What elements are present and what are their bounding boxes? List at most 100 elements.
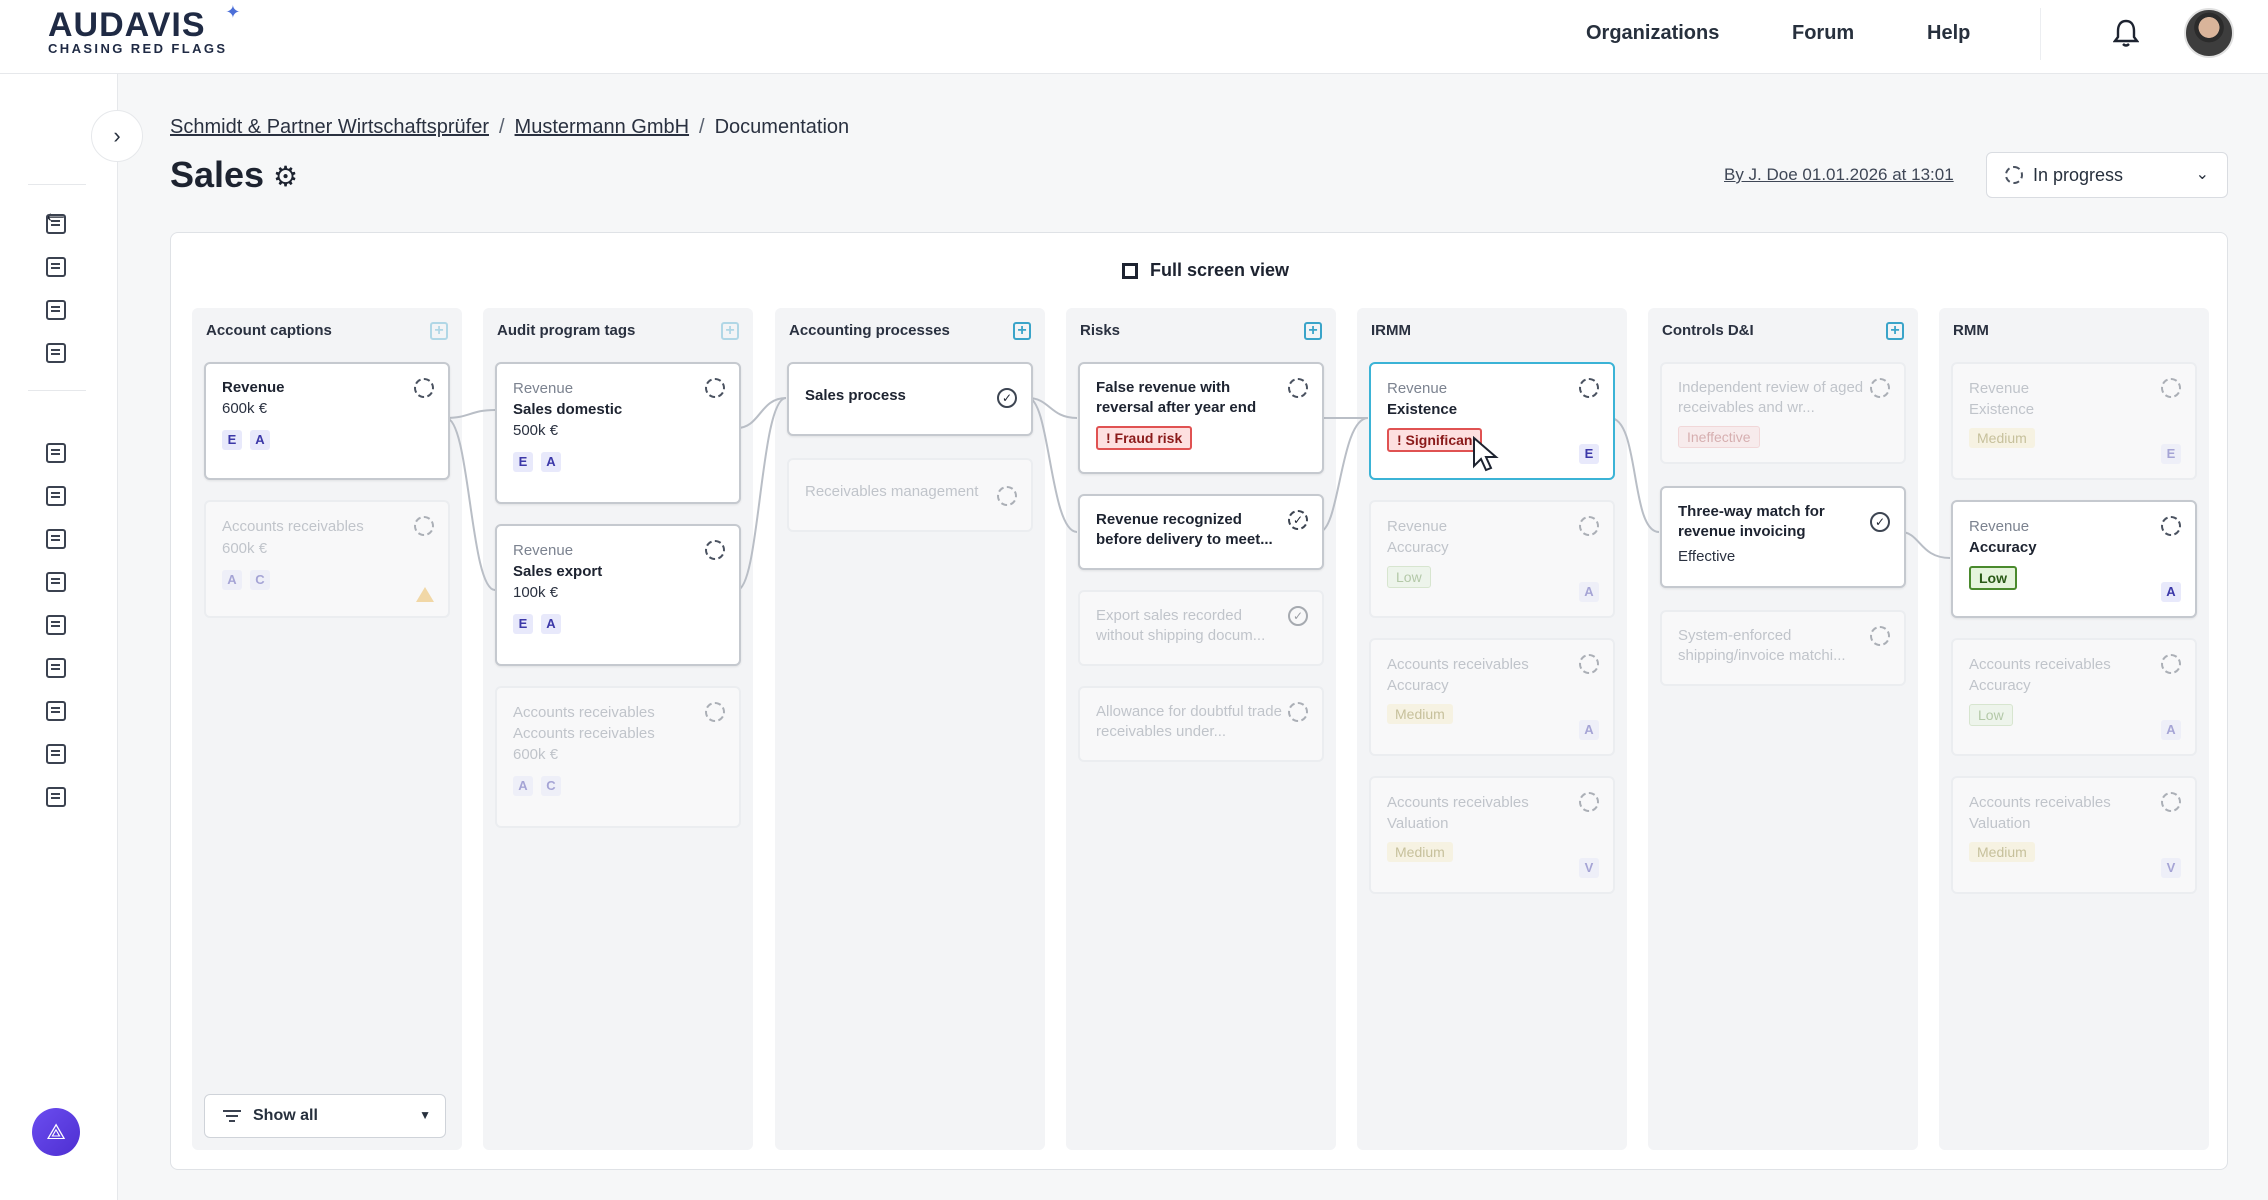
card-value: 100k € bbox=[513, 584, 559, 601]
sidebar-item-file-icon[interactable] bbox=[46, 572, 66, 592]
column-title: Account captions bbox=[206, 322, 332, 339]
card-irmm-ar-valuation[interactable]: Accounts receivables Valuation Medium V bbox=[1369, 776, 1615, 894]
medium-badge: Medium bbox=[1387, 704, 1453, 724]
assertion-tag: E bbox=[513, 614, 533, 634]
card-rmm-revenue-existence[interactable]: Revenue Existence Medium E bbox=[1951, 362, 2197, 480]
add-icon[interactable]: + bbox=[430, 322, 448, 340]
card-sales-export[interactable]: Revenue Sales export 100k € EA bbox=[495, 524, 741, 666]
status-dropdown[interactable]: In progress ⌄ bbox=[1986, 152, 2228, 198]
assertion-tag: E bbox=[222, 430, 242, 450]
chevron-right-icon[interactable]: › bbox=[91, 110, 143, 162]
card-title: Three-way match for revenue invoicing bbox=[1678, 503, 1825, 540]
in-progress-icon bbox=[1288, 378, 1308, 398]
card-rmm-ar-valuation[interactable]: Accounts receivables Valuation Medium V bbox=[1951, 776, 2197, 894]
card-rmm-ar-accuracy[interactable]: Accounts receivables Accuracy Low A bbox=[1951, 638, 2197, 756]
sidebar-item-folder-open-icon[interactable] bbox=[46, 744, 66, 764]
add-icon[interactable]: + bbox=[1013, 322, 1031, 340]
sidebar-item-list-add-icon[interactable] bbox=[46, 701, 66, 721]
add-icon[interactable]: + bbox=[1304, 322, 1322, 340]
page-title: Sales bbox=[170, 154, 265, 195]
in-progress-icon bbox=[1870, 626, 1890, 646]
sidebar-item-folder-icon[interactable] bbox=[46, 658, 66, 678]
card-irmm-ar-accuracy[interactable]: Accounts receivables Accuracy Medium A bbox=[1369, 638, 1615, 756]
card-risk-export-sales[interactable]: Export sales recorded without shipping d… bbox=[1078, 590, 1324, 666]
author-byline[interactable]: By J. Doe 01.01.2026 at 13:01 bbox=[1724, 165, 1954, 185]
sidebar-item-document-icon[interactable] bbox=[46, 486, 66, 506]
breadcrumb: Schmidt & Partner Wirtschaftsprüfer / Must… bbox=[170, 116, 850, 138]
show-all-filter[interactable]: Show all ▼ bbox=[204, 1094, 446, 1138]
card-receivables-management[interactable]: Receivables management bbox=[787, 458, 1033, 532]
card-risk-allowance[interactable]: Allowance for doubtful trade receivables… bbox=[1078, 686, 1324, 762]
card-caption: Accounts receivables bbox=[1969, 794, 2111, 811]
in-progress-icon bbox=[997, 486, 1017, 506]
sidebar-item-search-doc-icon[interactable] bbox=[46, 529, 66, 549]
card-title: Revenue recognized before delivery to me… bbox=[1096, 511, 1273, 548]
filter-label: Show all bbox=[253, 1107, 318, 1124]
card-control-independent-review[interactable]: Independent review of aged receivables a… bbox=[1660, 362, 1906, 464]
card-title: Sales export bbox=[513, 563, 603, 580]
assertion-tag: A bbox=[2161, 582, 2181, 602]
card-title: Accuracy bbox=[1387, 677, 1449, 694]
card-value: 600k € bbox=[222, 540, 268, 557]
ai-assistant-icon[interactable]: ⟁ bbox=[32, 1108, 80, 1156]
control-effectiveness: Effective bbox=[1678, 548, 1736, 565]
card-sales-domestic[interactable]: Revenue Sales domestic 500k € EA bbox=[495, 362, 741, 504]
nav-help[interactable]: Help bbox=[1927, 22, 1970, 45]
sidebar-item-task-icon[interactable] bbox=[46, 443, 66, 463]
card-caption: Revenue bbox=[1969, 518, 2030, 535]
assertion-tag: C bbox=[541, 776, 561, 796]
significant-badge[interactable]: ! Significan bbox=[1387, 428, 1483, 452]
warning-icon bbox=[416, 587, 434, 602]
medium-badge: Medium bbox=[1387, 842, 1453, 862]
add-icon[interactable]: + bbox=[721, 322, 739, 340]
avatar[interactable] bbox=[2184, 8, 2234, 58]
breadcrumb-client[interactable]: Mustermann GmbH bbox=[515, 116, 690, 138]
sidebar-item-bank-icon[interactable] bbox=[46, 257, 66, 277]
assertion-tag: V bbox=[2161, 858, 2181, 878]
card-irmm-revenue-accuracy[interactable]: Revenue Accuracy Low A bbox=[1369, 500, 1615, 618]
in-progress-icon bbox=[2161, 792, 2181, 812]
card-accounts-receivables-tag[interactable]: Accounts receivables Accounts receivable… bbox=[495, 686, 741, 828]
in-progress-icon bbox=[705, 702, 725, 722]
medium-badge: Medium bbox=[1969, 428, 2035, 448]
nav-forum[interactable]: Forum bbox=[1792, 22, 1854, 45]
breadcrumb-org[interactable]: Schmidt & Partner Wirtschaftsprüfer bbox=[170, 116, 489, 138]
card-control-system-enforced[interactable]: System-enforced shipping/invoice matchi.… bbox=[1660, 610, 1906, 686]
card-revenue[interactable]: Revenue 600k € EA bbox=[204, 362, 450, 480]
sparkle-icon: ✦ bbox=[225, 2, 242, 22]
sidebar-item-list-check-icon[interactable] bbox=[46, 300, 66, 320]
in-progress-icon bbox=[1579, 516, 1599, 536]
card-caption: Revenue bbox=[1387, 380, 1448, 397]
in-progress-icon bbox=[2161, 516, 2181, 536]
card-sales-process[interactable]: Sales process ✓ bbox=[787, 362, 1033, 436]
card-title: Sales process bbox=[805, 387, 906, 404]
sidebar-item-report-icon[interactable] bbox=[46, 615, 66, 635]
card-accounts-receivables[interactable]: Accounts receivables 600k € AC bbox=[204, 500, 450, 618]
column-title: RMM bbox=[1953, 322, 1989, 339]
card-control-three-way-match[interactable]: Three-way match for revenue invoicing Ef… bbox=[1660, 486, 1906, 588]
sidebar-item-edit-icon[interactable] bbox=[46, 214, 66, 234]
in-progress-icon bbox=[1870, 378, 1890, 398]
card-risk-false-revenue[interactable]: False revenue with reversal after year e… bbox=[1078, 362, 1324, 474]
sidebar: ← ⟁ bbox=[0, 74, 118, 1200]
sidebar-item-notes-icon[interactable] bbox=[46, 343, 66, 363]
sidebar-item-folder-plus-icon[interactable] bbox=[46, 787, 66, 807]
card-caption: Revenue bbox=[513, 542, 574, 559]
in-progress-icon bbox=[705, 540, 725, 560]
in-progress-icon bbox=[2005, 166, 2023, 184]
add-icon[interactable]: + bbox=[1886, 322, 1904, 340]
card-value: 500k € bbox=[513, 422, 559, 439]
audavis-logo[interactable]: AUDAVIS ✦ CHASING RED FLAGS bbox=[48, 2, 240, 56]
card-risk-revenue-recognized[interactable]: Revenue recognized before delivery to me… bbox=[1078, 494, 1324, 570]
assertion-tag: A bbox=[513, 776, 533, 796]
in-progress-icon bbox=[1579, 378, 1599, 398]
bell-icon[interactable] bbox=[2113, 18, 2139, 48]
nav-organizations[interactable]: Organizations bbox=[1586, 22, 1719, 45]
card-title: Accuracy bbox=[1387, 539, 1449, 556]
gear-icon[interactable]: ⚙ bbox=[273, 160, 298, 193]
card-caption: Accounts receivables bbox=[1387, 794, 1529, 811]
full-screen-button[interactable]: Full screen view bbox=[1122, 260, 1289, 281]
assertion-tag: A bbox=[541, 452, 561, 472]
card-rmm-revenue-accuracy[interactable]: Revenue Accuracy Low A bbox=[1951, 500, 2197, 618]
card-caption: Revenue bbox=[513, 380, 574, 397]
